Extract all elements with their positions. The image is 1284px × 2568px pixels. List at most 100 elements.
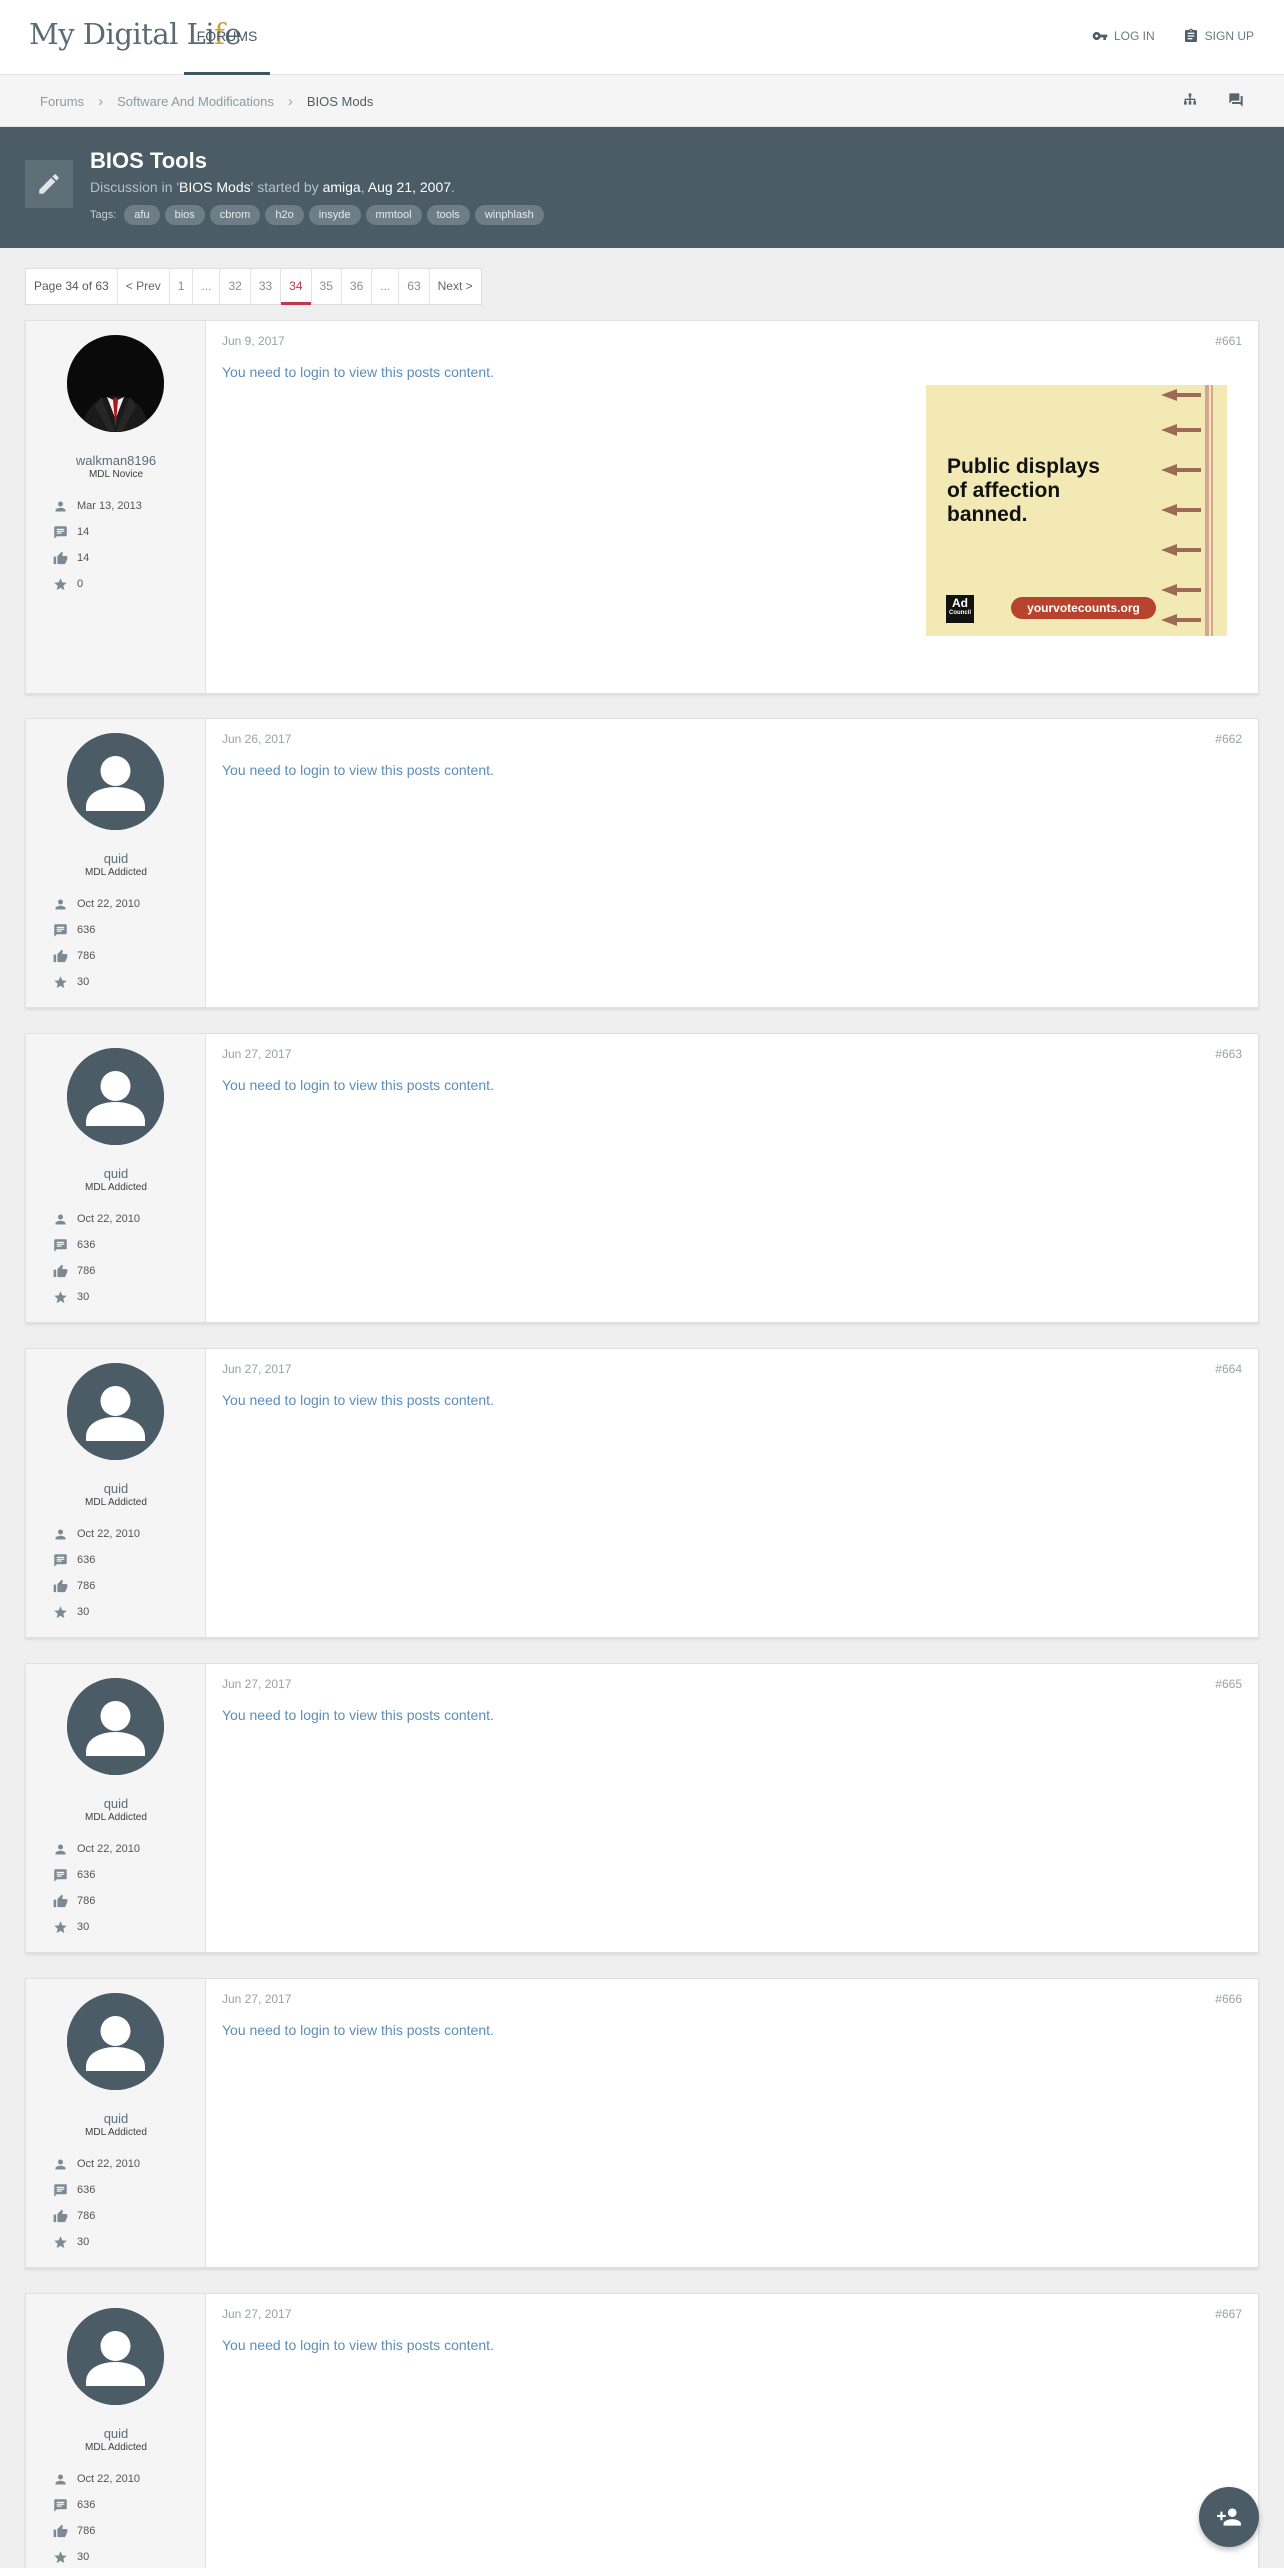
points-count: 30: [77, 2236, 90, 2248]
tag-bios[interactable]: bios: [164, 205, 205, 225]
page-link[interactable]: 32: [220, 269, 251, 304]
page-link-current[interactable]: 34: [281, 269, 312, 305]
tag-afu[interactable]: afu: [124, 205, 160, 225]
star-icon: [54, 577, 67, 590]
post-number[interactable]: #664: [1215, 1362, 1242, 1376]
post-number[interactable]: #662: [1215, 732, 1242, 746]
avatar[interactable]: [67, 2308, 164, 2405]
post-author-panel: quid MDL Addicted Oct 22, 2010 636 786 30: [26, 719, 206, 1007]
avatar[interactable]: [67, 1993, 164, 2090]
username-link[interactable]: quid: [26, 851, 206, 866]
login-required-link[interactable]: You need to login to view this posts con…: [222, 1707, 494, 1723]
thread-date[interactable]: Aug 21, 2007: [368, 179, 451, 195]
login-required-link[interactable]: You need to login to view this posts con…: [222, 2337, 494, 2353]
login-required-link[interactable]: You need to login to view this posts con…: [222, 2022, 494, 2038]
message-icon: [54, 2183, 67, 2197]
post-date[interactable]: Jun 27, 2017: [222, 1992, 291, 2006]
star-icon: [54, 1920, 67, 1933]
post-number[interactable]: #665: [1215, 1677, 1242, 1691]
login-required-link[interactable]: You need to login to view this posts con…: [222, 1077, 494, 1093]
chat-icon[interactable]: [1228, 92, 1244, 108]
username-link[interactable]: quid: [26, 2111, 206, 2126]
next-page-button[interactable]: Next >: [430, 269, 481, 304]
tag-insyde[interactable]: insyde: [308, 205, 361, 225]
joined-date: Oct 22, 2010: [77, 1528, 140, 1540]
post-number[interactable]: #667: [1215, 2307, 1242, 2321]
tag-h2o[interactable]: h2o: [265, 205, 304, 225]
prev-page-button[interactable]: < Prev: [118, 269, 170, 304]
register-fab-button[interactable]: [1199, 2487, 1259, 2547]
nav-forums-tab[interactable]: FORUMS: [184, 0, 270, 75]
breadcrumb-forums[interactable]: Forums: [40, 94, 84, 109]
clipboard-icon: [1184, 28, 1197, 42]
page-ellipsis[interactable]: ...: [372, 269, 400, 304]
login-required-link[interactable]: You need to login to view this posts con…: [222, 364, 494, 380]
post-number[interactable]: #666: [1215, 1992, 1242, 2006]
page-link[interactable]: 35: [312, 269, 342, 304]
arrow-marks: [1161, 389, 1201, 626]
user-rank: MDL Addicted: [85, 2442, 147, 2453]
points-count: 0: [77, 578, 84, 590]
ad-headline-line: Public displays: [947, 455, 1100, 478]
post-date[interactable]: Jun 27, 2017: [222, 1677, 291, 1691]
post-number[interactable]: #663: [1215, 1047, 1242, 1061]
page-ellipsis[interactable]: ...: [193, 269, 221, 304]
login-label: LOG IN: [1113, 29, 1155, 43]
person-icon: [55, 501, 66, 511]
page-link[interactable]: 36: [342, 269, 373, 304]
avatar[interactable]: [67, 335, 164, 432]
star-icon: [54, 2550, 67, 2563]
account-links: LOG IN SIGN UP: [1092, 28, 1254, 44]
ad-council-logo: Ad Council: [946, 595, 974, 623]
username-link[interactable]: quid: [26, 1796, 206, 1811]
page-link[interactable]: 63: [399, 269, 430, 304]
avatar[interactable]: [67, 1363, 164, 1460]
username-link[interactable]: quid: [26, 2426, 206, 2441]
ad-logo-text: Ad: [952, 596, 968, 610]
stat-points: 30: [53, 969, 140, 995]
login-required-link[interactable]: You need to login to view this posts con…: [222, 762, 494, 778]
message-count: 636: [77, 924, 96, 936]
message-count: 636: [77, 2184, 96, 2196]
avatar[interactable]: [67, 1048, 164, 1145]
likes-count: 786: [77, 1265, 96, 1277]
post-date[interactable]: Jun 27, 2017: [222, 1047, 291, 1061]
likes-count: 786: [77, 2525, 96, 2537]
tag-cbrom[interactable]: cbrom: [209, 205, 261, 225]
sitemap-icon[interactable]: [1182, 92, 1198, 108]
tag-winphlash[interactable]: winphlash: [474, 205, 544, 225]
tag-tools[interactable]: tools: [426, 205, 470, 225]
username-link[interactable]: walkman8196: [26, 453, 206, 468]
signup-link[interactable]: SIGN UP: [1183, 28, 1254, 44]
message-count: 636: [77, 2499, 96, 2511]
login-link[interactable]: LOG IN: [1092, 28, 1155, 44]
post-date[interactable]: Jun 27, 2017: [222, 1362, 291, 1376]
avatar[interactable]: [67, 733, 164, 830]
thread-icon-box: [25, 160, 73, 208]
post-date[interactable]: Jun 9, 2017: [222, 334, 285, 348]
pagination: Page 34 of 63 < Prev 1 ... 32 33 34 35 3…: [25, 268, 482, 305]
advertisement[interactable]: Public displays of affection banned. Ad Coun…: [926, 385, 1227, 636]
page-link[interactable]: 33: [251, 269, 282, 304]
page-link[interactable]: 1: [170, 269, 194, 304]
breadcrumb-software[interactable]: Software And Modifications: [117, 94, 274, 109]
avatar[interactable]: [67, 1678, 164, 1775]
user-rank: MDL Addicted: [85, 2127, 147, 2138]
thumbs-up-icon: [53, 2524, 68, 2537]
login-required-link[interactable]: You need to login to view this posts con…: [222, 1392, 494, 1408]
thread-meta: Discussion in 'BIOS Mods' started by ami…: [90, 179, 455, 195]
breadcrumb-bios-mods[interactable]: BIOS Mods: [307, 94, 373, 109]
username-link[interactable]: quid: [26, 1481, 206, 1496]
thread-forum-link[interactable]: BIOS Mods: [179, 179, 251, 195]
ruler-graphic: [1205, 385, 1213, 636]
tag-mmtool[interactable]: mmtool: [365, 205, 422, 225]
username-link[interactable]: quid: [26, 1166, 206, 1181]
joined-date: Oct 22, 2010: [77, 1843, 140, 1855]
thread-author-link[interactable]: amiga: [323, 179, 361, 195]
post-date[interactable]: Jun 27, 2017: [222, 2307, 291, 2321]
post-date[interactable]: Jun 26, 2017: [222, 732, 291, 746]
user-stats: Oct 22, 2010 636 786 30: [53, 2151, 140, 2255]
thumbs-up-icon: [53, 2209, 68, 2222]
ad-url-button[interactable]: yourvotecounts.org: [1011, 597, 1156, 619]
post-number[interactable]: #661: [1215, 334, 1242, 348]
